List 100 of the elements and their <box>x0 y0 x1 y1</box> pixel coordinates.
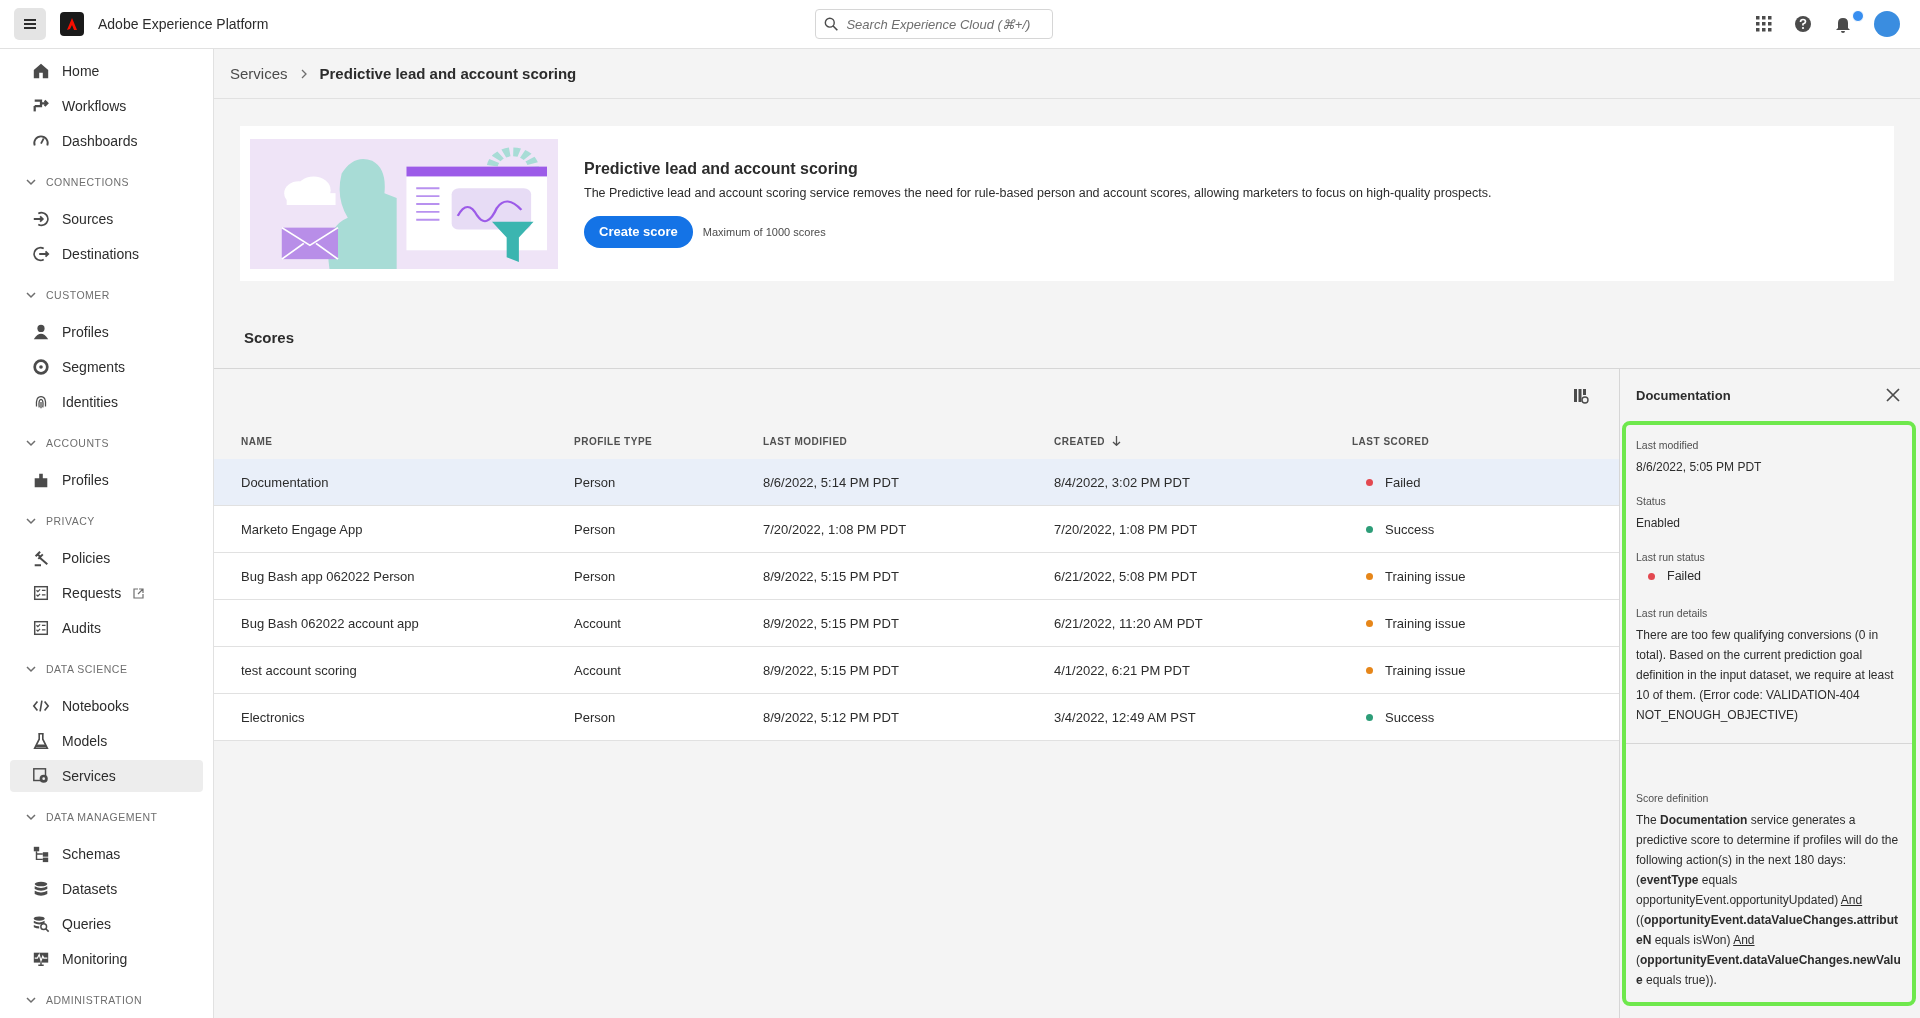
close-button[interactable] <box>1884 386 1902 404</box>
table-cell: Electronics <box>241 709 305 725</box>
avatar-button[interactable] <box>1874 11 1900 37</box>
table-row[interactable]: Bug Bash 062022 account app Account 8/9/2022, 5:15 PM PDT 6/21/2022, 11:20 AM PDT Training issue <box>214 599 1619 647</box>
database-search-icon <box>32 915 50 933</box>
field-label: Last run details <box>1636 607 1709 619</box>
table-row[interactable]: Electronics Person 8/9/2022, 5:12 PM PDT 3/4/2022, 12:49 AM PST Success <box>214 693 1619 741</box>
nav-item[interactable]: Models <box>10 725 203 757</box>
flask-icon <box>32 732 50 750</box>
chevron-icon <box>26 290 36 300</box>
table-cell: 6/21/2022, 5:08 PM PDT <box>1054 568 1198 584</box>
apps-grid-button[interactable] <box>1756 16 1772 32</box>
status-label: Training issue <box>1385 663 1466 678</box>
table-cell: 8/9/2022, 5:12 PM PDT <box>763 709 899 725</box>
menu-button[interactable] <box>14 8 46 40</box>
nav-item[interactable]: Segments <box>10 351 203 383</box>
section-header[interactable]: ACCOUNTS <box>10 428 203 458</box>
table-cell: 7/20/2022, 1:08 PM PDT <box>763 521 907 537</box>
nav-item[interactable]: Destinations <box>10 238 203 270</box>
nav-item[interactable]: Profiles <box>10 316 203 348</box>
column-header[interactable]: LAST MODIFIED <box>763 435 848 447</box>
nav-item[interactable]: Notebooks <box>10 690 203 722</box>
sort-arrow-icon <box>1112 436 1122 446</box>
operator-link[interactable]: And <box>1733 933 1755 947</box>
table-cell: Person <box>574 709 616 725</box>
nav-item[interactable]: Schemas <box>10 838 203 870</box>
table-row[interactable]: Bug Bash app 062022 Person Person 8/9/2022, 5:15 PM PDT 6/21/2022, 5:08 PM PDT Training issue <box>214 552 1619 600</box>
column-settings-button[interactable] <box>1573 388 1589 404</box>
table-row[interactable]: test account scoring Account 8/9/2022, 5:15 PM PDT 4/1/2022, 6:21 PM PDT Training issue <box>214 646 1619 694</box>
table-cell: Account <box>574 615 621 631</box>
status-label: Failed <box>1385 475 1421 490</box>
hierarchy-icon <box>32 845 50 863</box>
search-icon <box>824 16 839 32</box>
checklist-icon <box>32 584 50 602</box>
table-cell: Person <box>574 521 616 537</box>
nav-item[interactable]: Services <box>10 760 203 792</box>
table-cell: Bug Bash 062022 account app <box>241 615 419 631</box>
nav-item[interactable]: Dashboards <box>10 125 203 157</box>
buildings-icon <box>32 471 50 489</box>
create-score-button[interactable]: Create score <box>584 215 693 248</box>
status-label: Success <box>1385 522 1435 537</box>
hero-description: The Predictive lead and account scoring service removes the need for rule-based person and account scores, allowing marketers to focus on high-quality prospects. <box>584 185 1492 200</box>
nav-item[interactable]: Home <box>10 55 203 87</box>
nav-item[interactable]: Policies <box>10 542 203 574</box>
chevron-icon <box>26 812 36 822</box>
breadcrumb-item: Predictive lead and account scoring <box>319 65 577 82</box>
column-header[interactable]: PROFILE TYPE <box>574 435 653 447</box>
table-cell: Marketo Engage App <box>241 521 363 537</box>
panel-title: Documentation <box>1636 387 1731 403</box>
table-cell: Documentation <box>241 474 329 490</box>
table-cell: Bug Bash app 062022 Person <box>241 568 415 584</box>
section-header[interactable]: DATA SCIENCE <box>10 654 203 684</box>
pie-chart-icon <box>32 358 50 376</box>
table-cell: Person <box>574 568 616 584</box>
chevron-right-icon <box>299 68 308 79</box>
column-header[interactable]: CREATED <box>1054 435 1122 447</box>
table-cell: Account <box>574 662 621 678</box>
section-header[interactable]: CONNECTIONS <box>10 167 203 197</box>
table-cell: 8/6/2022, 5:14 PM PDT <box>763 474 899 490</box>
gear-box-icon <box>32 767 50 785</box>
nav-item[interactable]: Monitoring <box>10 943 203 975</box>
chevron-icon <box>26 995 36 1005</box>
sign-in-icon <box>32 210 50 228</box>
field-value: 8/6/2022, 5:05 PM PDT <box>1636 459 1763 476</box>
status-label: Success <box>1385 710 1435 725</box>
product-name: Adobe Experience Platform <box>98 16 269 32</box>
app-logo-icon <box>60 12 84 36</box>
field-value: Failed <box>1667 569 1702 583</box>
nav-item[interactable]: Workflows <box>10 90 203 122</box>
table-row[interactable]: Documentation Person 8/6/2022, 5:14 PM PDT 8/4/2022, 3:02 PM PDT Failed <box>214 459 1619 506</box>
nav-item[interactable]: Datasets <box>10 873 203 905</box>
field-value: There are too few qualifying conversions (0 in total). Based on the current prediction goal definition in the input dataset, we require at least 10 of them. (Error code: VALIDATION-404 NOT_ENOUGH_OBJECTIVE) <box>1636 627 1895 724</box>
field-label: Last modified <box>1636 439 1700 451</box>
operator-link[interactable]: And <box>1840 893 1863 907</box>
column-header[interactable]: NAME <box>241 435 273 447</box>
section-header[interactable]: ADMINISTRATION <box>10 985 203 1015</box>
nav-item[interactable]: Identities <box>10 386 203 418</box>
breadcrumb-item[interactable]: Services <box>230 65 288 82</box>
chevron-icon <box>26 438 36 448</box>
search-field[interactable]: Search Experience Cloud (⌘+/) <box>815 9 1054 39</box>
section-header[interactable]: CUSTOMER <box>10 280 203 310</box>
notifications-button[interactable] <box>1834 15 1852 33</box>
section-header[interactable]: DATA MANAGEMENT <box>10 802 203 832</box>
chevron-icon <box>26 516 36 526</box>
table-cell: Person <box>574 474 616 490</box>
nav-item[interactable]: Profiles <box>10 464 203 496</box>
nav-item[interactable]: Queries <box>10 908 203 940</box>
table-cell: 4/1/2022, 6:21 PM PDT <box>1054 662 1190 678</box>
chevron-icon <box>26 664 36 674</box>
column-header[interactable]: LAST SCORED <box>1352 435 1430 447</box>
nav-item[interactable]: Requests <box>10 577 203 609</box>
table-row[interactable]: Marketo Engage App Person 7/20/2022, 1:08 PM PDT 7/20/2022, 1:08 PM PDT Success <box>214 505 1619 553</box>
help-button[interactable] <box>1794 15 1812 33</box>
nav-item[interactable]: Sources <box>10 203 203 235</box>
table-cell: 8/9/2022, 5:15 PM PDT <box>763 615 899 631</box>
nav-item[interactable]: Audits <box>10 612 203 644</box>
section-header[interactable]: PRIVACY <box>10 506 203 536</box>
score-definition: The Documentation service generates a predictive score to determine if profiles will do the following action(s) in the next 180 days: (eventType equals opportunityEvent.opportunityUpdated) And ((opportunityEvent.dataValueChanges.attributeN equals isWon) And (opportunityEvent.dataValueChanges.newValue equals true)). <box>1636 812 1902 989</box>
limit-note: Maximum of 1000 scores <box>702 225 826 238</box>
table-cell: 7/20/2022, 1:08 PM PDT <box>1054 521 1198 537</box>
